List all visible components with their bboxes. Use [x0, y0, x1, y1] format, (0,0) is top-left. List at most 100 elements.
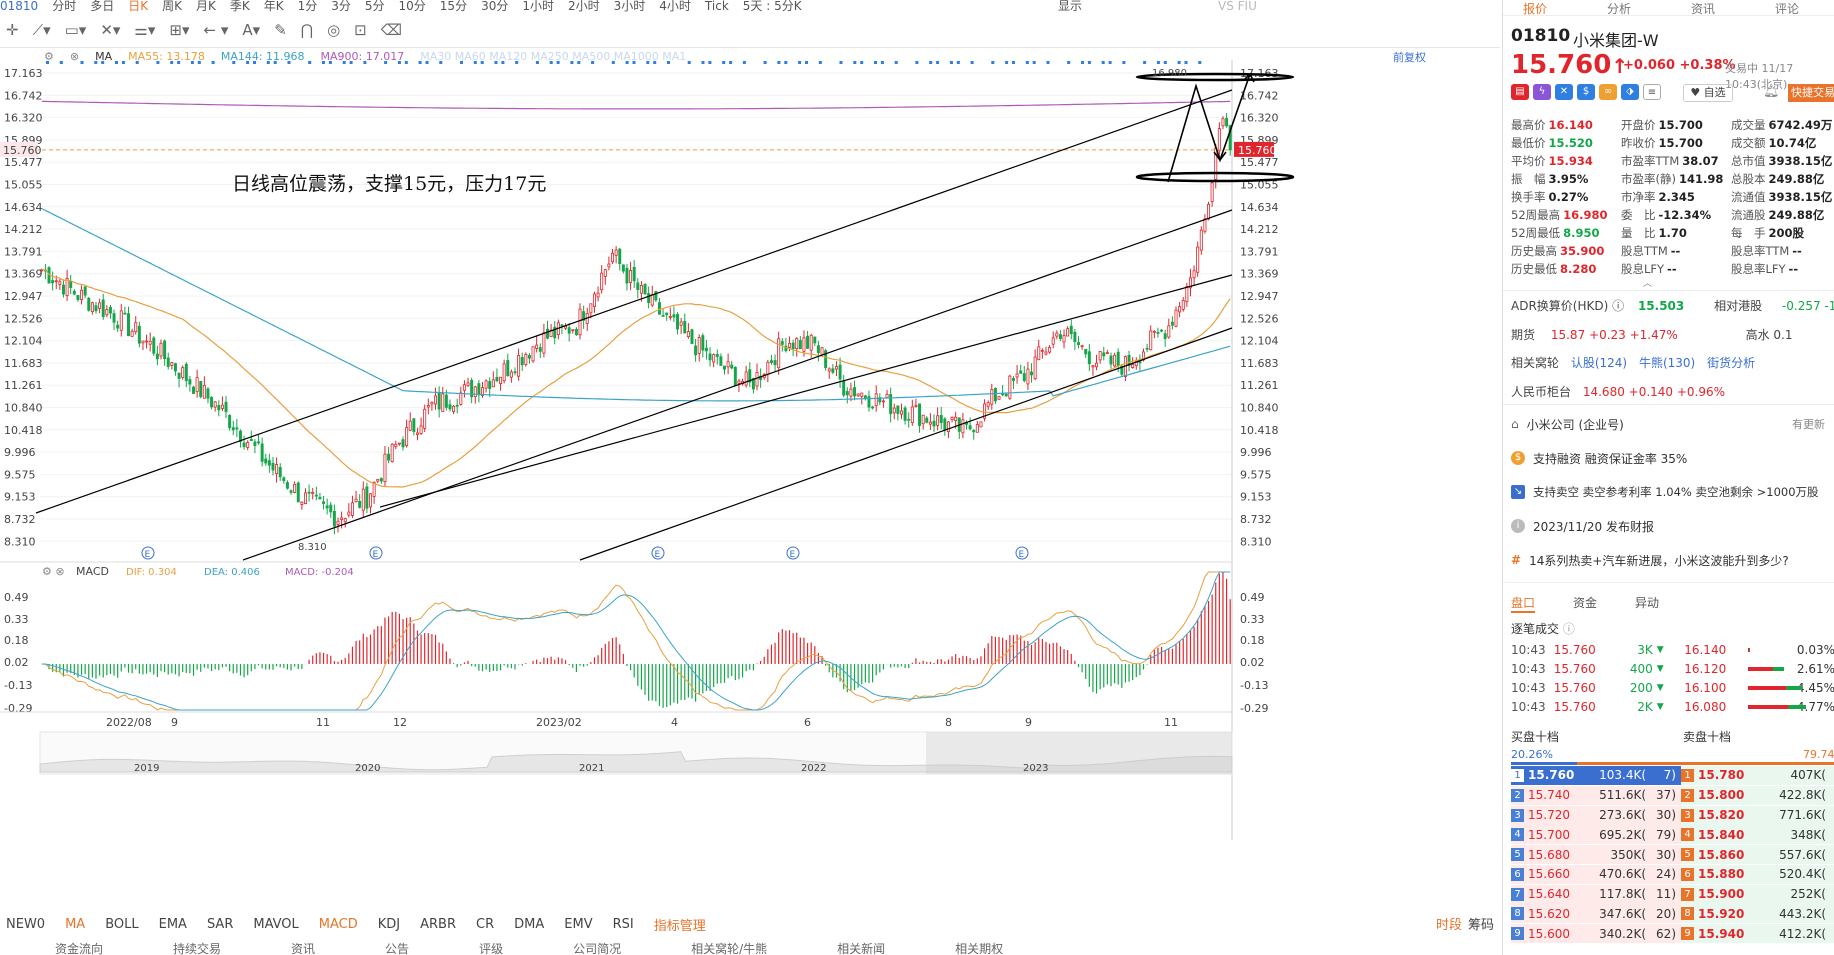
dollar-icon[interactable]: $ — [1577, 84, 1595, 100]
measure-tool-icon[interactable]: ⊞▾ — [169, 21, 189, 39]
zigzag-drawing[interactable] — [1167, 73, 1251, 183]
news-margin[interactable]: $ 支持融资 融资保证金率 35% — [1511, 444, 1834, 472]
period-tab-3[interactable]: 周K — [162, 0, 182, 12]
indicator-tab-5[interactable]: MAVOL — [253, 917, 298, 932]
right-tab-0[interactable]: 报价 — [1523, 0, 1547, 16]
bottom-tab-0[interactable]: 资金流向 — [55, 940, 103, 955]
lock-icon[interactable]: ⊡ — [354, 21, 367, 39]
trade-icon[interactable]: ▤ — [1511, 84, 1529, 100]
bottom-tab-1[interactable]: 持续交易 — [173, 940, 221, 955]
note-icon[interactable]: ≡ — [1643, 84, 1661, 100]
indicator-tab-10[interactable]: DMA — [514, 917, 544, 932]
watchlist-button[interactable]: ♥ 自选 — [1683, 84, 1733, 102]
fast-trade-button[interactable]: 快捷交易 — [1788, 84, 1834, 102]
period-tab-4[interactable]: 月K — [196, 0, 216, 12]
period-tab-5[interactable]: 季K — [230, 0, 250, 12]
fib-tool-icon[interactable]: ✕▾ — [100, 21, 120, 39]
channel-tool-icon[interactable]: ⚌▾ — [134, 21, 155, 39]
company-row[interactable]: ⌂ 小米公司 (企业号) 有更新 — [1511, 410, 1834, 438]
chart-icon[interactable]: ✕ — [1555, 84, 1573, 100]
magnet-icon[interactable]: ⋂ — [301, 21, 313, 39]
period-tab-18[interactable]: 5天 : 5分K — [743, 0, 802, 12]
crosshair-icon[interactable]: ✛ — [6, 21, 19, 39]
orderbook-row[interactable]: 8 15.620 347.6K(20) 8 15.920 443.2K( — [1511, 904, 1834, 925]
orderbook-row[interactable]: 3 15.720 273.6K(30) 3 15.820 771.6K( — [1511, 805, 1834, 826]
indicator-tab-9[interactable]: CR — [476, 917, 494, 932]
indicator-tab-4[interactable]: SAR — [207, 917, 233, 932]
orderbook-row[interactable]: 4 15.700 695.2K(79) 4 15.840 348K( — [1511, 825, 1834, 846]
rect-tool-icon[interactable]: ▭▾ — [65, 21, 87, 39]
link-icon[interactable]: ∞ — [1599, 84, 1617, 100]
period-tab-12[interactable]: 30分 — [481, 0, 508, 12]
period-tab-14[interactable]: 2小时 — [568, 0, 600, 12]
bottom-tab-3[interactable]: 公告 — [385, 940, 409, 955]
tag-icon[interactable]: ⬗ — [1621, 84, 1639, 100]
candle-body — [1077, 342, 1080, 345]
display-menu[interactable]: 显示 — [1058, 0, 1082, 12]
period-tab-13[interactable]: 1小时 — [522, 0, 554, 12]
bottom-tab-2[interactable]: 资讯 — [291, 940, 315, 955]
bottom-tab-4[interactable]: 评级 — [479, 940, 503, 955]
lightning-icon[interactable]: ϟ — [1533, 84, 1551, 100]
overview-navigator[interactable]: 2019 2020 2021 2022 2023 — [39, 731, 1233, 775]
indicator-tab-8[interactable]: ARBR — [420, 917, 456, 932]
period-tab-0[interactable]: 分时 — [52, 0, 76, 12]
indicator-tab-11[interactable]: EMV — [564, 917, 592, 932]
vs-label[interactable]: VS FIU — [1218, 0, 1257, 12]
right-tab-2[interactable]: 资讯 — [1691, 0, 1715, 16]
kline-chart[interactable]: 17.163 17.16316.742 16.74216.320 16.32015.8… — [0, 60, 1500, 915]
period-tab-7[interactable]: 1分 — [298, 0, 318, 12]
period-tab-9[interactable]: 5分 — [365, 0, 385, 12]
indicator-tab-0[interactable]: NEW0 — [6, 917, 45, 932]
indicator-tab-12[interactable]: RSI — [613, 917, 634, 932]
orderbook-row[interactable]: 1 15.760 103.4K(7) 1 15.780 407K( — [1511, 765, 1834, 786]
period-tab-11[interactable]: 15分 — [440, 0, 467, 12]
trend-lines[interactable] — [35, 89, 1233, 561]
period-tab-16[interactable]: 4小时 — [659, 0, 691, 12]
right-tab-3[interactable]: 评论 — [1775, 0, 1799, 16]
indicator-tab-6[interactable]: MACD — [319, 917, 358, 932]
depth-tab-1[interactable]: 资金 — [1573, 594, 1597, 613]
indicator-tab-13[interactable]: 指标管理 — [654, 915, 706, 934]
period-tab-2[interactable]: 日K — [128, 0, 148, 12]
depth-tab-0[interactable]: 盘口 — [1511, 594, 1536, 613]
annotation-text[interactable]: 日线高位震荡，支撑15元，压力17元 — [232, 173, 546, 195]
bottom-right-tab-0[interactable]: 时段 — [1436, 918, 1462, 933]
right-tab-1[interactable]: 分析 — [1607, 0, 1631, 16]
bell-icon[interactable]: 🔔︎ — [1763, 84, 1780, 99]
text-tool-icon[interactable]: A▾ — [242, 21, 260, 39]
bottom-tab-7[interactable]: 相关新闻 — [837, 940, 885, 955]
macd-name[interactable]: MACD — [76, 565, 109, 578]
bottom-tab-6[interactable]: 相关窝轮/牛熊 — [691, 940, 767, 955]
period-tab-8[interactable]: 3分 — [331, 0, 351, 12]
orderbook-row[interactable]: 7 15.640 117.8K(11) 7 15.900 252K( — [1511, 884, 1834, 905]
depth-tab-2[interactable]: 异动 — [1635, 594, 1659, 613]
news-short[interactable]: ↘ 支持卖空 卖空参考利率 1.04% 卖空池剩余 >1000万股 — [1511, 478, 1834, 506]
futures-line[interactable]: 期货 15.87 +0.23 +1.47% 高水 0.1 — [1511, 326, 1793, 343]
news-topic[interactable]: # 14系列热卖+汽车新进展，小米这波能升到多少? — [1511, 546, 1834, 574]
indicator-tab-7[interactable]: KDJ — [378, 917, 400, 932]
bottom-right-tab-1[interactable]: 筹码 — [1468, 918, 1494, 933]
indicator-tab-2[interactable]: BOLL — [105, 917, 138, 932]
pen-tool-icon[interactable]: ✎ — [274, 21, 287, 39]
orderbook-row[interactable]: 5 15.680 350K(30) 5 15.860 557.6K( — [1511, 845, 1834, 865]
period-tab-17[interactable]: Tick — [705, 0, 729, 12]
indicator-tab-3[interactable]: EMA — [159, 917, 187, 932]
orderbook-row[interactable]: 9 15.600 340.2K(62) 9 15.940 412.2K( — [1511, 924, 1834, 945]
arrow-left-icon[interactable]: ← ▾ — [204, 21, 229, 39]
eye-icon[interactable]: ◎ — [327, 21, 340, 39]
rmb-line[interactable]: 人民币柜台 14.680 +0.140 +0.96% — [1511, 383, 1725, 400]
bottom-tab-5[interactable]: 公司简况 — [573, 940, 621, 955]
bottom-tab-8[interactable]: 相关期权 — [955, 940, 1003, 955]
period-tab-15[interactable]: 3小时 — [614, 0, 646, 12]
period-tab-6[interactable]: 年K — [264, 0, 284, 12]
period-tab-1[interactable]: 多日 — [90, 0, 114, 12]
news-earnings[interactable]: i 2023/11/20 发布财报 — [1511, 512, 1834, 540]
chevron-up-icon[interactable]: ︿ — [1643, 276, 1652, 289]
indicator-tab-1[interactable]: MA — [65, 917, 85, 932]
line-tool-icon[interactable]: ⟋▾ — [33, 21, 51, 39]
trash-icon[interactable]: ⌫ — [381, 21, 402, 39]
orderbook-row[interactable]: 2 15.740 511.6K(37) 2 15.800 422.8K( — [1511, 785, 1834, 806]
period-tab-10[interactable]: 10分 — [399, 0, 426, 12]
orderbook-row[interactable]: 6 15.660 470.6K(24) 6 15.880 520.4K( — [1511, 864, 1834, 885]
